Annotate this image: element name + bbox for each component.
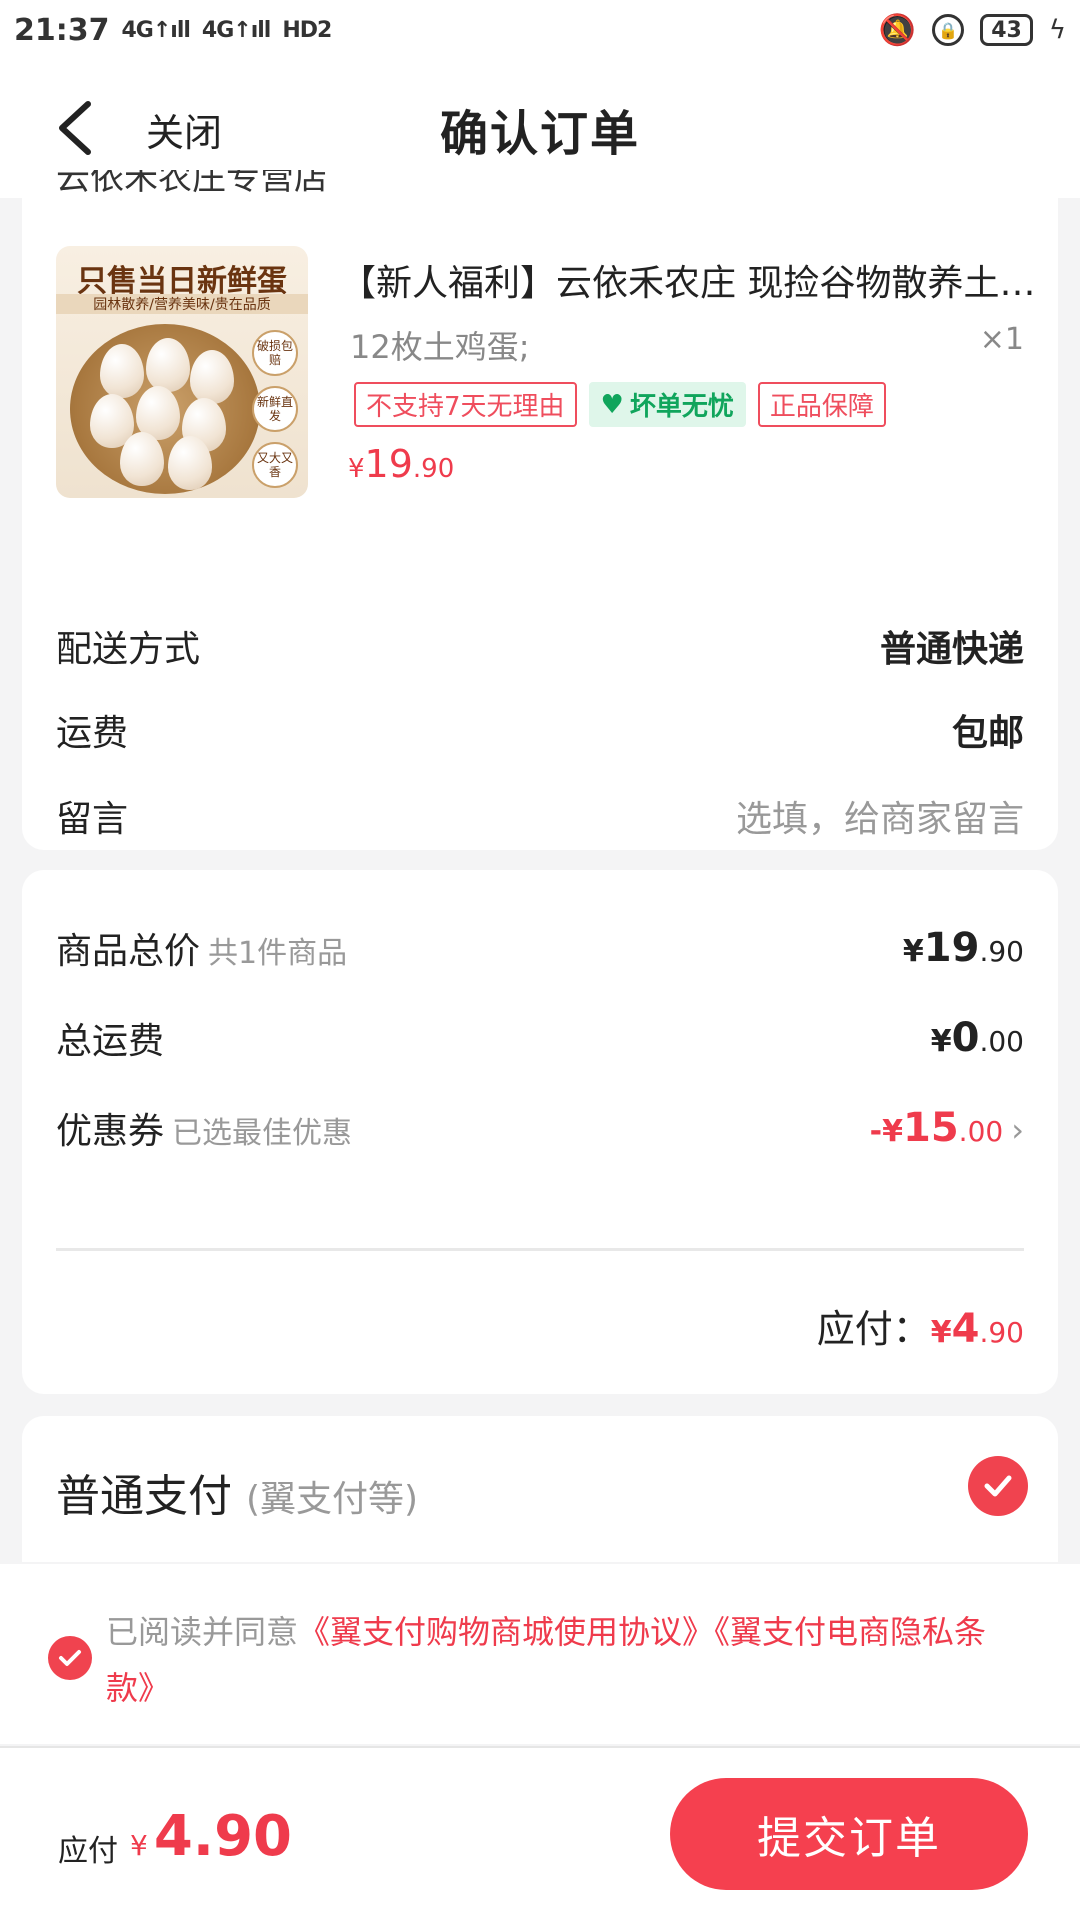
genuine-badge: 正品保障 — [757, 382, 886, 427]
shop-name[interactable]: 云依禾农庄专营店 — [56, 170, 328, 199]
shipping-label: 运费 — [56, 713, 129, 754]
agreement-checkbox[interactable] — [48, 1636, 92, 1680]
lock-icon: 🔒 — [932, 14, 965, 46]
status-time: 21:37 — [14, 12, 110, 48]
product-spec: 12枚土鸡蛋; — [350, 328, 530, 366]
delivery-label: 配送方式 — [56, 629, 201, 670]
message-row[interactable]: 留言 选填，给商家留言 — [56, 790, 1024, 842]
product-badges: 不支持7天无理由 ♥ 坏单无忧 正品保障 — [354, 382, 886, 427]
goods-total-value: ¥19.90 — [902, 925, 1024, 971]
product-price: ¥19.90 — [348, 442, 454, 486]
mute-icon: 🔕 — [878, 12, 917, 48]
payment-selected-check[interactable] — [968, 1456, 1028, 1516]
checkmark-icon — [984, 1475, 1012, 1497]
price-dec: .90 — [412, 454, 455, 484]
order-card: 云依禾农庄专营店 只售当日新鲜蛋 园林散养/营养美味/贵在品质 破损包赔 新鲜直… — [22, 170, 1058, 850]
product-title[interactable]: 【新人福利】云依禾农庄 现捡谷物散养土鸡蛋 — [340, 254, 1040, 306]
shipping-value: 包邮 — [951, 713, 1024, 754]
signal-icon-2: 4G↑ıll — [201, 17, 271, 43]
battery-level: 43 — [991, 17, 1022, 43]
coupon-sub: 已选最佳优惠 — [172, 1116, 353, 1151]
page-title: 确认订单 — [439, 106, 640, 162]
price-symbol: ¥ — [348, 454, 365, 484]
message-input[interactable]: 选填，给商家留言 — [736, 790, 1024, 842]
delivery-value: 普通快递 — [879, 629, 1024, 670]
bottom-total: ¥ 4.90 — [130, 1804, 292, 1869]
heart-check-icon: ♥ — [600, 389, 624, 420]
image-bubble-3: 又大又香 — [252, 442, 298, 488]
bad-egg-badge: ♥ 坏单无忧 — [588, 382, 746, 427]
image-bubble-2: 新鲜直发 — [252, 386, 298, 432]
shipping-row: 运费 包邮 — [56, 704, 1024, 756]
agreement-section: 已阅读并同意《翼支付购物商城使用协议》《翼支付电商隐私条款》 — [0, 1564, 1080, 1744]
submit-order-button[interactable]: 提交订单 — [670, 1778, 1028, 1890]
message-label: 留言 — [56, 799, 129, 840]
goods-total-label: 商品总价 — [56, 931, 201, 972]
payment-method-option[interactable]: 普通支付 (翼支付等) — [22, 1416, 1058, 1562]
due-value: ¥4.90 — [930, 1306, 1024, 1352]
product-image[interactable]: 只售当日新鲜蛋 园林散养/营养美味/贵在品质 破损包赔 新鲜直发 又大又香 — [56, 246, 308, 498]
bottom-amount: 4.90 — [153, 1804, 292, 1869]
bad-egg-badge-label: 坏单无忧 — [629, 392, 734, 422]
shipping-total-row: 总运费 ¥0.00 — [56, 1012, 1024, 1064]
bottom-currency: ¥ — [130, 1829, 148, 1862]
no-return-badge: 不支持7天无理由 — [354, 382, 577, 427]
shipping-total-value: ¥0.00 — [930, 1015, 1024, 1061]
goods-count: 共1件商品 — [208, 936, 348, 971]
image-subline: 园林散养/营养美味/贵在品质 — [56, 294, 308, 314]
delivery-row[interactable]: 配送方式 普通快递 — [56, 620, 1024, 672]
status-bar: 21:37 4G↑ıll 4G↑ıll HD2 🔕 🔒 43 ϟ — [0, 0, 1080, 60]
agreement-prefix: 已阅读并同意 — [106, 1613, 299, 1651]
shipping-total-label: 总运费 — [56, 1021, 165, 1062]
price-int: 19 — [364, 442, 413, 486]
image-bubble-1: 破损包赔 — [252, 330, 298, 376]
coupon-label: 优惠券 — [56, 1111, 165, 1152]
agreement-text: 已阅读并同意《翼支付购物商城使用协议》《翼支付电商隐私条款》 — [106, 1604, 1006, 1716]
payment-method-sub: (翼支付等) — [246, 1479, 419, 1520]
agreement-link-terms[interactable]: 《翼支付购物商城使用协议》 — [298, 1613, 714, 1651]
chevron-right-icon: › — [1011, 1111, 1024, 1149]
divider — [56, 1248, 1024, 1251]
charging-icon: ϟ — [1048, 15, 1066, 45]
coupon-row[interactable]: 优惠券 已选最佳优惠 -¥15.00 › — [56, 1102, 1024, 1154]
due-amount: 应付： ¥4.90 — [817, 1298, 1024, 1353]
payment-method-label: 普通支付 (翼支付等) — [56, 1471, 419, 1522]
product-quantity: ×1 — [979, 322, 1024, 357]
due-label: 应付： — [816, 1307, 931, 1351]
signal-icon-1: 4G↑ıll — [121, 17, 191, 43]
goods-total-row: 商品总价 共1件商品 ¥19.90 — [56, 922, 1024, 974]
coupon-value: -¥15.00 › — [869, 1105, 1024, 1151]
bottom-due-label: 应付 — [58, 1834, 118, 1869]
price-summary-card: 商品总价 共1件商品 ¥19.90 总运费 ¥0.00 优惠券 已选最佳优惠 -¥1… — [22, 870, 1058, 1394]
battery-icon: 43 — [980, 14, 1033, 46]
hd-icon: HD2 — [282, 17, 332, 43]
checkmark-icon — [59, 1650, 81, 1666]
bottom-bar: 应付 ¥ 4.90 提交订单 — [0, 1748, 1080, 1920]
basket-graphic — [70, 324, 260, 494]
